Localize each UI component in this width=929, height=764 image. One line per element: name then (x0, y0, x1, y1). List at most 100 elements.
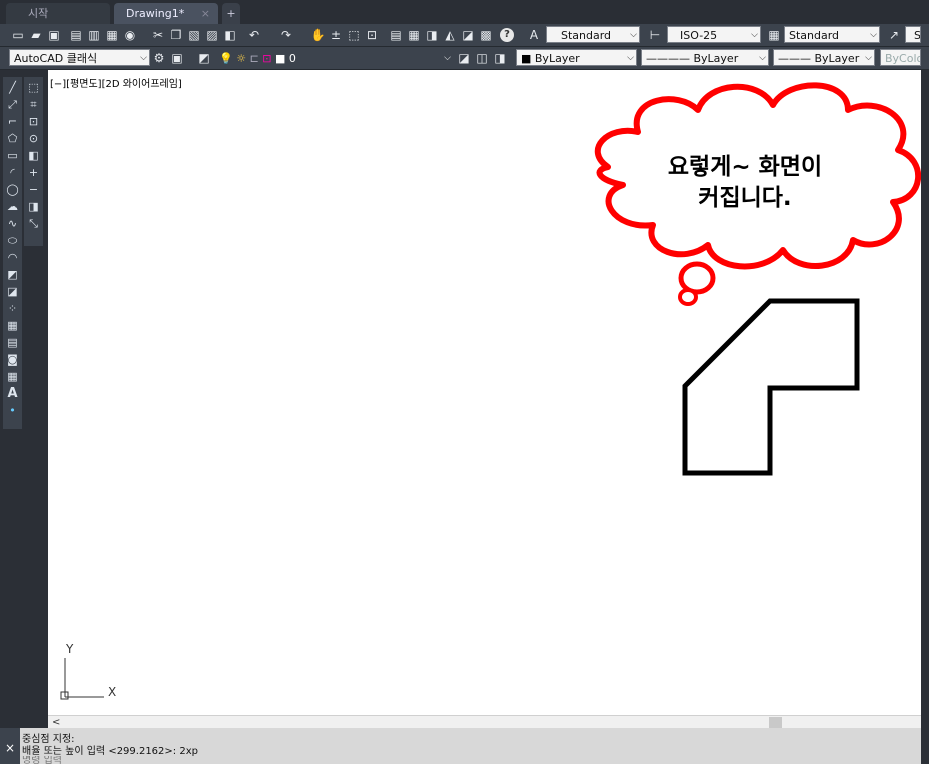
pan-icon[interactable]: ✋ (310, 27, 326, 43)
redo-icon[interactable]: ↷ (278, 27, 294, 43)
zoom-in-icon[interactable]: + (25, 164, 42, 181)
workspace-select[interactable]: AutoCAD 클래식 ⌵ (9, 49, 150, 66)
table-style-select[interactable]: Standard ⌵ (784, 26, 880, 43)
polyline-icon[interactable]: ⌐ (4, 113, 21, 130)
zoom-toolbar: ⬚ ⌗ ⊡ ⊙ ◧ + − ◨ ⤡ (24, 77, 43, 246)
text-style-select[interactable]: Standard ⌵ (546, 26, 640, 43)
dimension-style-icon[interactable]: ⊢ (647, 27, 663, 43)
point-icon[interactable]: ⁘ (4, 300, 21, 317)
dimension-style-select[interactable]: ISO-25 ⌵ (667, 26, 761, 43)
cut-icon[interactable]: ✂ (150, 27, 166, 43)
color-value: ByLayer (534, 52, 580, 65)
sheet-set-icon[interactable]: ◭ (442, 27, 458, 43)
workspace-settings-gear-icon[interactable]: ⚙ (151, 50, 167, 66)
zoom-scale-icon[interactable]: ⊡ (25, 113, 42, 130)
dimension-style-value: ISO-25 (680, 29, 718, 42)
tool-palettes-icon[interactable]: ◨ (424, 27, 440, 43)
revision-cloud-icon[interactable]: ☁ (4, 198, 21, 215)
3d-print-icon[interactable]: ◉ (122, 27, 138, 43)
properties-icon[interactable]: ▤ (388, 27, 404, 43)
design-center-icon[interactable]: ▦ (406, 27, 422, 43)
hatch-icon[interactable]: ▦ (4, 317, 21, 334)
scrollbar-thumb[interactable] (769, 717, 782, 728)
drawn-polyline-shape (682, 298, 860, 476)
block-editor-icon[interactable]: ◧ (222, 27, 238, 43)
table-style-value: Standard (789, 29, 840, 42)
plotstyle-select[interactable]: ByColor (880, 49, 921, 66)
drawing-canvas[interactable]: [−][평면도][2D 와이어프레임] 요렇게~ 화면이 커집니다. Y X (48, 70, 929, 715)
new-tab-button[interactable]: + (222, 3, 240, 24)
drawing-svg: 요렇게~ 화면이 커집니다. Y X (60, 82, 922, 700)
multiline-text-icon[interactable]: A (4, 385, 21, 402)
add-selected-icon[interactable]: • (4, 402, 21, 419)
color-select[interactable]: ■ ByLayer ⌵ (516, 49, 637, 66)
help-icon[interactable]: ? (500, 28, 514, 42)
linetype-select[interactable]: ———— ByLayer ⌵ (641, 49, 769, 66)
gradient-icon[interactable]: ▤ (4, 334, 21, 351)
publish-icon[interactable]: ▦ (104, 27, 120, 43)
make-block-icon[interactable]: ◪ (4, 283, 21, 300)
zoom-window-icon[interactable]: ⬚ (25, 79, 42, 96)
tab-drawing1-label: Drawing1* (126, 7, 185, 20)
layer-plot-icon: ⊡ (262, 52, 272, 65)
plot-preview-icon[interactable]: ▥ (86, 27, 102, 43)
zoom-previous-icon[interactable]: ⊡ (364, 27, 380, 43)
circle-icon[interactable]: ◯ (4, 181, 21, 198)
region-icon[interactable]: ◙ (4, 351, 21, 368)
rectangle-icon[interactable]: ▭ (4, 147, 21, 164)
layer-lock-icon: ⊏ (249, 52, 259, 65)
markup-icon[interactable]: ◪ (460, 27, 476, 43)
insert-block-icon[interactable]: ◩ (4, 266, 21, 283)
callout-tail-bubble-1 (678, 261, 716, 295)
layers-properties-toolbar: AutoCAD 클래식 ⌵ ⚙ ▣ ◩ 💡 ☼ ⊏ ⊡ ■ 0 ⌵ ◪ ◫ ◨ ■… (0, 47, 929, 70)
clean-screen-icon[interactable]: ▣ (169, 50, 185, 66)
zoom-out-icon[interactable]: − (25, 181, 42, 198)
polygon-icon[interactable]: ⬠ (4, 130, 21, 147)
table-style-icon[interactable]: ▦ (766, 27, 782, 43)
zoom-extents-icon[interactable]: ⤡ (25, 215, 42, 232)
layer-color-swatch-icon: ■ (275, 52, 286, 65)
tab-start[interactable]: 시작 (6, 3, 110, 24)
callout-text-line1: 요렇게~ 화면이 (668, 154, 822, 180)
table-icon[interactable]: ▦ (4, 368, 21, 385)
close-command-window-icon[interactable]: × (5, 741, 15, 755)
calculator-icon[interactable]: ▩ (478, 27, 494, 43)
draw-toolbar: ╱ ⤢ ⌐ ⬠ ▭ ◜ ◯ ☁ ∿ ⬭ ◠ ◩ ◪ ⁘ ▦ ▤ ◙ ▦ A • (3, 77, 22, 429)
open-folder-icon[interactable]: ▰ (28, 27, 44, 43)
zoom-center-icon[interactable]: ⊙ (25, 130, 42, 147)
text-style-icon[interactable]: A (526, 27, 542, 43)
arc-icon[interactable]: ◜ (4, 164, 21, 181)
paste-icon[interactable]: ▧ (186, 27, 202, 43)
new-file-icon[interactable]: ▭ (10, 27, 26, 43)
lineweight-select[interactable]: ——— ByLayer ⌵ (773, 49, 875, 66)
construction-line-icon[interactable]: ⤢ (4, 96, 21, 113)
spline-icon[interactable]: ∿ (4, 215, 21, 232)
layer-properties-icon[interactable]: ◩ (196, 50, 212, 66)
make-object-layer-current-icon[interactable]: ◪ (456, 50, 472, 66)
line-icon[interactable]: ╱ (4, 79, 21, 96)
command-input[interactable]: 명령 입력 (22, 756, 62, 764)
match-properties-icon[interactable]: ▨ (204, 27, 220, 43)
layer-states-icon[interactable]: ◨ (492, 50, 508, 66)
ellipse-icon[interactable]: ⬭ (4, 232, 21, 249)
zoom-dynamic-icon[interactable]: ⌗ (25, 96, 42, 113)
layer-select[interactable]: 💡 ☼ ⊏ ⊡ ■ 0 ⌵ (214, 49, 454, 66)
command-window-grip[interactable]: × (0, 728, 20, 764)
zoom-realtime-icon[interactable]: ± (328, 27, 344, 43)
chevron-down-icon: ⌵ (870, 30, 877, 40)
zoom-object-icon[interactable]: ◧ (25, 147, 42, 164)
zoom-window-icon[interactable]: ⬚ (346, 27, 362, 43)
copy-icon[interactable]: ❐ (168, 27, 184, 43)
print-icon[interactable]: ▤ (68, 27, 84, 43)
save-icon[interactable]: ▣ (46, 27, 62, 43)
undo-icon[interactable]: ↶ (246, 27, 262, 43)
multileader-style-icon[interactable]: ↗ (886, 27, 902, 43)
layer-previous-icon[interactable]: ◫ (474, 50, 490, 66)
tab-drawing1[interactable]: Drawing1* × (114, 3, 218, 24)
multileader-style-select[interactable]: S (905, 26, 921, 43)
zoom-all-icon[interactable]: ◨ (25, 198, 42, 215)
horizontal-scrollbar[interactable]: < (48, 715, 929, 729)
standard-toolbar: ▭ ▰ ▣ ▤ ▥ ▦ ◉ ✂ ❐ ▧ ▨ ◧ ↶ ↷ ✋ ± ⬚ ⊡ ▤ ▦ … (0, 24, 929, 47)
close-tab-icon[interactable]: × (189, 3, 210, 24)
ellipse-arc-icon[interactable]: ◠ (4, 249, 21, 266)
